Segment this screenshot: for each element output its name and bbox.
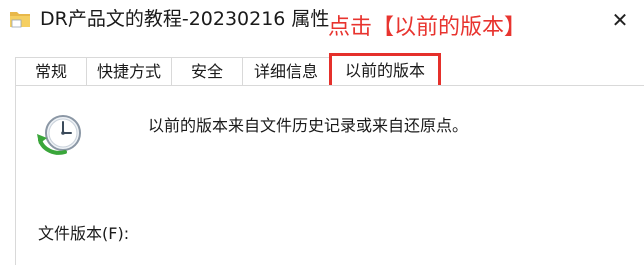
- close-button[interactable]: ✕: [606, 6, 634, 34]
- tab-general[interactable]: 常规: [15, 57, 87, 86]
- window-title: DR产品文的教程-20230216 属性: [40, 8, 330, 30]
- tab-shortcut[interactable]: 快捷方式: [86, 57, 172, 86]
- tab-strip: 常规 快捷方式 安全 详细信息 以前的版本: [0, 44, 644, 87]
- panel-description: 以前的版本来自文件历史记录或来自还原点。: [148, 116, 469, 135]
- tab-previous-versions[interactable]: 以前的版本: [329, 53, 441, 87]
- annotation-text: 点击【以前的版本】: [328, 15, 527, 40]
- tab-security[interactable]: 安全: [171, 57, 243, 86]
- folder-icon: [10, 12, 30, 28]
- title-bar: DR产品文的教程-20230216 属性 ✕: [0, 0, 644, 44]
- file-versions-label: 文件版本(F):: [38, 224, 130, 243]
- tab-details[interactable]: 详细信息: [242, 57, 330, 86]
- clock-restore-icon: [37, 115, 81, 155]
